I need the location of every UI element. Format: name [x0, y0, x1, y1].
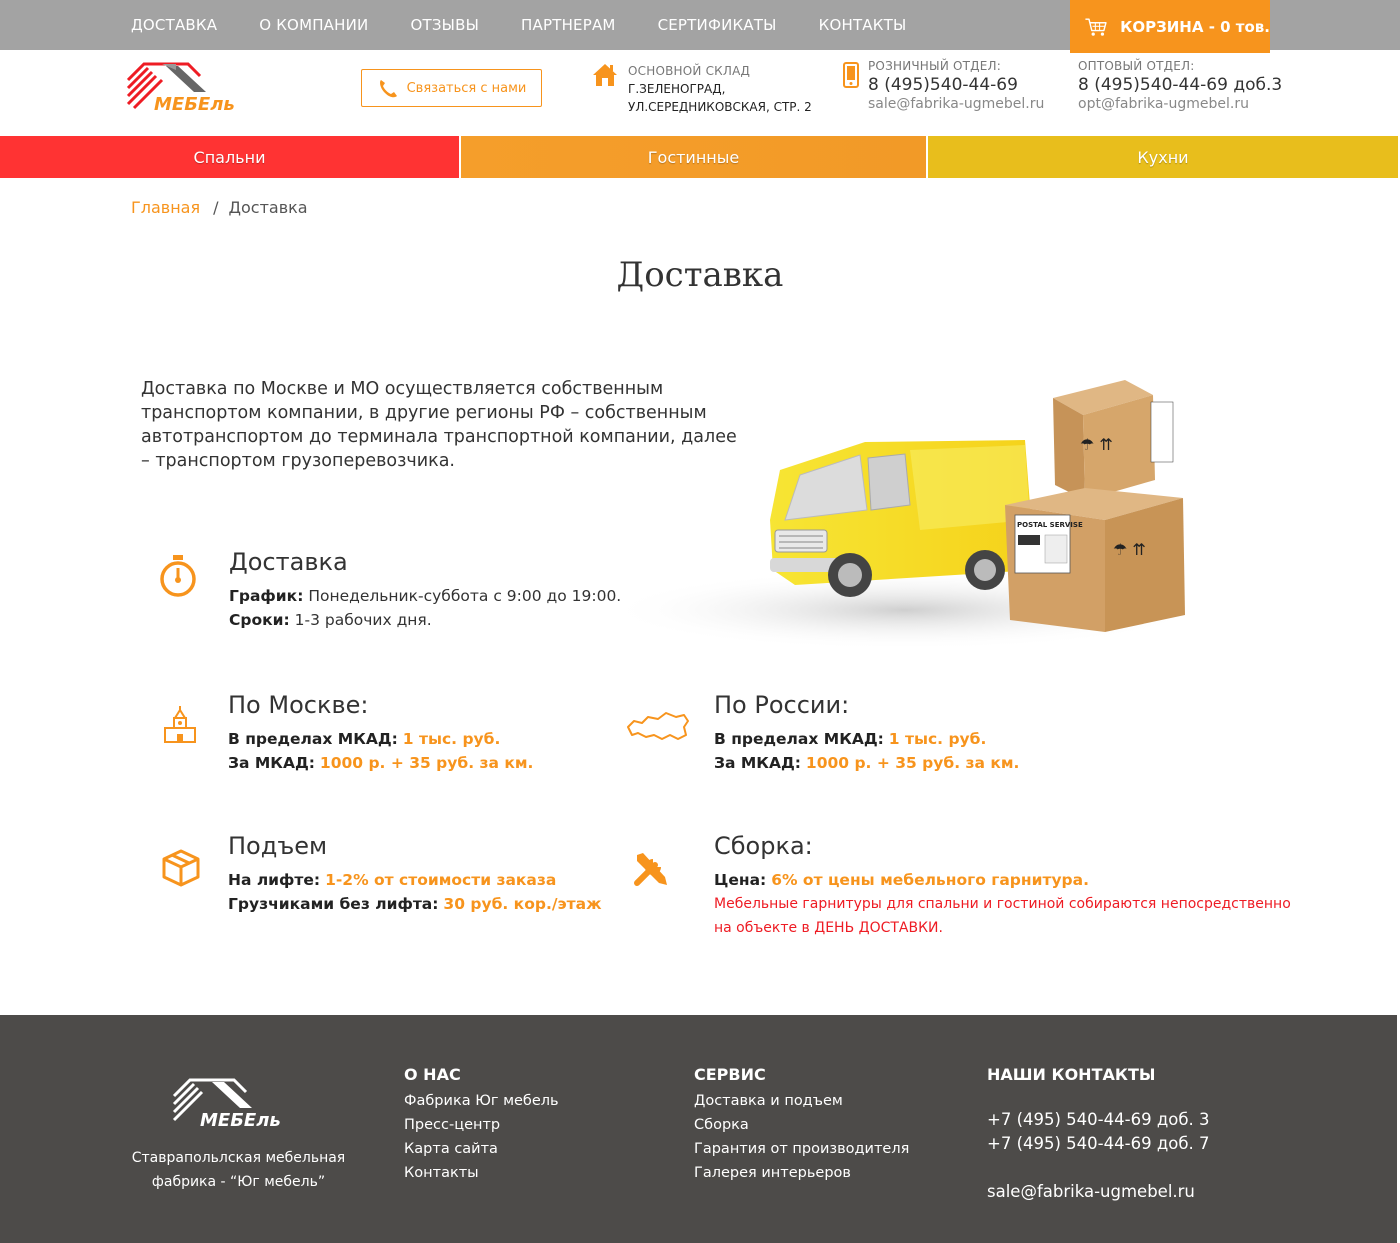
nav-contacts[interactable]: КОНТАКТЫ: [819, 16, 907, 34]
footer-phone-2[interactable]: +7 (495) 540-44-69 доб. 7: [987, 1132, 1209, 1156]
footer-contacts-column: НАШИ КОНТАКТЫ +7 (495) 540-44-69 доб. 3 …: [987, 1065, 1209, 1204]
logo-mark-icon: МЕБЕль: [126, 62, 235, 115]
footer-tagline-line2: фабрика - “Юг мебель”: [151, 1174, 326, 1190]
stopwatch-icon: [160, 555, 196, 597]
moscow-outside-mkad: За МКАД: 1000 р. + 35 руб. за км.: [228, 754, 534, 772]
footer: МЕБЕль Ставрапольлская мебельная фабрика…: [0, 1015, 1397, 1243]
mobile-phone-icon: [843, 62, 859, 88]
nav-about[interactable]: О КОМПАНИИ: [259, 16, 368, 34]
category-bar: Спальни Гостинные Кухни: [0, 136, 1400, 178]
wholesale-email[interactable]: opt@fabrika-ugmebel.ru: [1078, 96, 1282, 112]
wholesale-phone[interactable]: 8 (495)540-44-69 доб.3: [1078, 75, 1282, 95]
footer-about-title: О НАС: [404, 1065, 461, 1084]
wholesale-info: ОПТОВЫЙ ОТДЕЛ: 8 (495)540-44-69 доб.3 op…: [1078, 59, 1282, 112]
svg-text:POSTAL SERVISE: POSTAL SERVISE: [1017, 521, 1083, 529]
warehouse-info: ОСНОВНОЙ СКЛАД Г.ЗЕЛЕНОГРАД, УЛ.СЕРЕДНИК…: [628, 64, 812, 116]
russia-outside-mkad: За МКАД: 1000 р. + 35 руб. за км.: [714, 754, 1020, 772]
footer-link-assembly[interactable]: Сборка: [694, 1113, 909, 1137]
footer-link-warranty[interactable]: Гарантия от производителя: [694, 1137, 909, 1161]
lift-elevator: На лифте: 1-2% от стоимости заказа: [228, 871, 557, 889]
russia-block: По России: В пределах МКАД: 1 тыс. руб. …: [714, 691, 1019, 775]
footer-contacts-title: НАШИ КОНТАКТЫ: [987, 1065, 1156, 1084]
box-icon: [162, 849, 200, 887]
footer-service-column: СЕРВИС Доставка и подъем Сборка Гарантия…: [694, 1065, 909, 1185]
nav-delivery[interactable]: ДОСТАВКА: [131, 16, 217, 34]
footer-logo[interactable]: МЕБЕль: [172, 1078, 288, 1132]
svg-text:☂ ⇈: ☂ ⇈: [1113, 540, 1146, 559]
nav-certificates[interactable]: СЕРТИФИКАТЫ: [658, 16, 777, 34]
russia-inside-mkad: В пределах МКАД: 1 тыс. руб.: [714, 730, 987, 748]
warehouse-address-line1: Г.ЗЕЛЕНОГРАД,: [628, 82, 726, 96]
breadcrumb-separator: /: [213, 198, 219, 217]
page-title: Доставка: [616, 255, 784, 295]
footer-tagline: Ставрапольлская мебельная фабрика - “Юг …: [131, 1146, 346, 1194]
assembly-title: Сборка:: [714, 832, 813, 860]
cardboard-box-top: ☂ ⇈: [1053, 380, 1174, 500]
retail-phone[interactable]: 8 (495)540-44-69: [868, 75, 1044, 95]
footer-email[interactable]: sale@fabrika-ugmebel.ru: [987, 1180, 1209, 1204]
footer-service-title: СЕРВИС: [694, 1065, 766, 1084]
warehouse-caption: ОСНОВНОЙ СКЛАД: [628, 64, 751, 78]
moscow-block: По Москве: В пределах МКАД: 1 тыс. руб. …: [228, 691, 533, 775]
retail-caption: РОЗНИЧНЫЙ ОТДЕЛ:: [868, 59, 1002, 73]
delivery-van-illustration: ☂ ⇈ POSTAL SERVISE ☂ ⇈: [605, 380, 1205, 650]
footer-about-column: О НАС Фабрика Юг мебель Пресс-центр Карт…: [404, 1065, 559, 1185]
home-icon: [593, 64, 617, 86]
footer-tagline-line1: Ставрапольлская мебельная: [131, 1150, 346, 1166]
delivery-terms: Сроки: 1-3 рабочих дня.: [229, 611, 432, 629]
footer-phone-1[interactable]: +7 (495) 540-44-69 доб. 3: [987, 1108, 1209, 1132]
footer-link-press[interactable]: Пресс-центр: [404, 1113, 559, 1137]
retail-info: РОЗНИЧНЫЙ ОТДЕЛ: 8 (495)540-44-69 sale@f…: [868, 59, 1044, 112]
moscow-inside-mkad: В пределах МКАД: 1 тыс. руб.: [228, 730, 501, 748]
nav-partners[interactable]: ПАРТНЕРАМ: [521, 16, 616, 34]
delivery-schedule: График: Понедельник-суббота с 9:00 до 19…: [229, 587, 622, 605]
lift-movers: Грузчиками без лифта: 30 руб. кор./этаж: [228, 895, 602, 913]
site-logo[interactable]: МЕБЕль: [126, 62, 241, 116]
svg-text:☂ ⇈: ☂ ⇈: [1080, 435, 1113, 454]
cardboard-box-bottom: POSTAL SERVISE ☂ ⇈: [1005, 488, 1185, 632]
breadcrumb-current: Доставка: [228, 198, 308, 217]
assembly-note-line1: Мебельные гарнитуры для спальни и гостин…: [714, 896, 1291, 912]
assembly-block: Сборка: Цена: 6% от цены мебельного гарн…: [714, 832, 1291, 940]
footer-link-factory[interactable]: Фабрика Юг мебель: [404, 1089, 559, 1113]
footer-link-delivery[interactable]: Доставка и подъем: [694, 1089, 909, 1113]
wholesale-caption: ОПТОВЫЙ ОТДЕЛ:: [1078, 59, 1195, 73]
tools-icon: [634, 853, 667, 886]
delivery-title: Доставка: [229, 548, 348, 576]
cart-button[interactable]: КОРЗИНА - 0 тов.: [1070, 0, 1270, 53]
lift-block: Подъем На лифте: 1-2% от стоимости заказ…: [228, 832, 602, 916]
retail-email[interactable]: sale@fabrika-ugmebel.ru: [868, 96, 1044, 112]
breadcrumb-home[interactable]: Главная: [131, 198, 200, 217]
footer-link-sitemap[interactable]: Карта сайта: [404, 1137, 559, 1161]
contact-us-label: Связаться с нами: [406, 80, 527, 96]
phone-icon: [379, 80, 397, 98]
nav-reviews[interactable]: ОТЗЫВЫ: [410, 16, 479, 34]
svg-text:МЕБЕль: МЕБЕль: [200, 1110, 281, 1128]
moscow-title: По Москве:: [228, 691, 369, 719]
warehouse-address-line2: УЛ.СЕРЕДНИКОВСКАЯ, СТР. 2: [628, 100, 812, 114]
top-nav: ДОСТАВКА О КОМПАНИИ ОТЗЫВЫ ПАРТНЕРАМ СЕР…: [131, 0, 948, 50]
category-kitchens[interactable]: Кухни: [928, 136, 1398, 178]
cart-icon: [1085, 17, 1107, 36]
category-living-rooms[interactable]: Гостинные: [461, 136, 926, 178]
breadcrumb: Главная / Доставка: [131, 198, 308, 217]
footer-logo-mark-icon: МЕБЕль: [172, 1078, 281, 1131]
russia-title: По России:: [714, 691, 850, 719]
footer-link-gallery[interactable]: Галерея интерьеров: [694, 1161, 909, 1185]
cart-label: КОРЗИНА - 0 тов.: [1120, 17, 1270, 36]
russia-map-icon: [627, 712, 689, 740]
svg-text:МЕБЕль: МЕБЕль: [154, 94, 235, 112]
kremlin-tower-icon: [164, 706, 196, 743]
category-bedrooms[interactable]: Спальни: [0, 136, 459, 178]
assembly-note-line2: на объекте в ДЕНЬ ДОСТАВКИ.: [714, 920, 943, 936]
lift-title: Подъем: [228, 832, 328, 860]
footer-link-contacts[interactable]: Контакты: [404, 1161, 559, 1185]
assembly-price: Цена: 6% от цены мебельного гарнитура.: [714, 871, 1089, 889]
delivery-block: Доставка График: Понедельник-суббота с 9…: [229, 548, 621, 632]
contact-us-button[interactable]: Связаться с нами: [361, 69, 542, 107]
